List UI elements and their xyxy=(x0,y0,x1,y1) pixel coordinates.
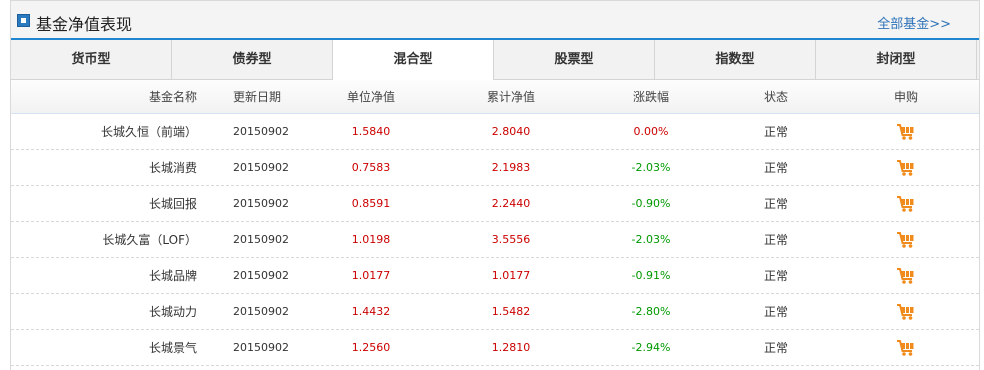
table-row: 长城回报 20150902 0.8591 2.2440 -0.90% 正常 xyxy=(11,186,979,222)
buy-cell xyxy=(871,150,941,186)
update-date: 20150902 xyxy=(233,341,289,354)
column-header-status: 状态 xyxy=(763,90,788,104)
fund-name[interactable]: 长城消费 xyxy=(11,150,197,186)
unit-nav: 0.7583 xyxy=(351,161,391,174)
column-header-buy: 申购 xyxy=(893,90,918,104)
unit-nav: 1.0198 xyxy=(351,233,391,246)
table-header: 基金名称 更新日期 单位净值 累计净值 涨跌幅 状态 申购 xyxy=(11,80,979,114)
update-date: 20150902 xyxy=(233,305,289,318)
tab-closed[interactable]: 封闭型 xyxy=(816,40,977,80)
change-pct: -0.90% xyxy=(631,197,671,210)
unit-nav: 1.5840 xyxy=(351,125,391,138)
unit-nav: 1.0177 xyxy=(351,269,391,282)
column-header-change: 涨跌幅 xyxy=(632,90,669,104)
table-row: 长城景气 20150902 1.2560 1.2810 -2.94% 正常 xyxy=(11,330,979,366)
table-row: 长城动力 20150902 1.4432 1.5482 -2.80% 正常 xyxy=(11,294,979,330)
buy-cell xyxy=(871,186,941,222)
column-header-date: 更新日期 xyxy=(233,90,282,104)
fund-type-tabs: 货币型 债券型 混合型 股票型 指数型 封闭型 xyxy=(11,40,979,81)
fund-nav-panel: 基金净值表现 全部基金>> 货币型 债券型 混合型 股票型 指数型 封闭型 基金… xyxy=(10,0,980,370)
acc-nav: 3.5556 xyxy=(491,233,531,246)
fund-name[interactable]: 长城久富（LOF） xyxy=(11,222,197,258)
shopping-cart-icon[interactable] xyxy=(896,267,916,285)
buy-cell xyxy=(871,114,941,150)
change-pct: -2.03% xyxy=(631,233,671,246)
update-date: 20150902 xyxy=(233,269,289,282)
status: 正常 xyxy=(763,197,788,211)
buy-cell xyxy=(871,294,941,330)
tab-hybrid[interactable]: 混合型 xyxy=(333,40,494,81)
fund-name[interactable]: 长城动力 xyxy=(11,294,197,330)
fund-name[interactable]: 长城久恒（前端） xyxy=(11,114,197,150)
update-date: 20150902 xyxy=(233,197,289,210)
acc-nav: 2.1983 xyxy=(491,161,531,174)
status: 正常 xyxy=(763,269,788,283)
change-pct: -2.94% xyxy=(631,341,671,354)
tab-money[interactable]: 货币型 xyxy=(11,40,172,80)
fund-name[interactable]: 长城景气 xyxy=(11,330,197,366)
shopping-cart-icon[interactable] xyxy=(896,303,916,321)
table-row: 长城久恒（前端） 20150902 1.5840 2.8040 0.00% 正常 xyxy=(11,114,979,150)
panel-title: 基金净值表现 xyxy=(36,15,133,34)
buy-cell xyxy=(871,222,941,258)
acc-nav: 2.8040 xyxy=(491,125,531,138)
unit-nav: 1.4432 xyxy=(351,305,391,318)
shopping-cart-icon[interactable] xyxy=(896,195,916,213)
shopping-cart-icon[interactable] xyxy=(896,231,916,249)
buy-cell xyxy=(871,258,941,294)
shopping-cart-icon[interactable] xyxy=(896,159,916,177)
acc-nav: 2.2440 xyxy=(491,197,531,210)
status: 正常 xyxy=(763,125,788,139)
column-header-acc-nav: 累计净值 xyxy=(486,90,535,104)
shopping-cart-icon[interactable] xyxy=(896,339,916,357)
column-header-name: 基金名称 xyxy=(148,90,197,104)
unit-nav: 1.2560 xyxy=(351,341,391,354)
status: 正常 xyxy=(763,161,788,175)
table-row: 长城品牌 20150902 1.0177 1.0177 -0.91% 正常 xyxy=(11,258,979,294)
update-date: 20150902 xyxy=(233,161,289,174)
change-pct: -2.03% xyxy=(631,161,671,174)
fund-name[interactable]: 长城回报 xyxy=(11,186,197,222)
buy-cell xyxy=(871,330,941,366)
fund-table-body: 长城久恒（前端） 20150902 1.5840 2.8040 0.00% 正常… xyxy=(11,114,979,366)
acc-nav: 1.0177 xyxy=(491,269,531,282)
shopping-cart-icon[interactable] xyxy=(896,123,916,141)
fund-name[interactable]: 长城品牌 xyxy=(11,258,197,294)
column-header-unit-nav: 单位净值 xyxy=(346,90,395,104)
acc-nav: 1.5482 xyxy=(491,305,531,318)
unit-nav: 0.8591 xyxy=(351,197,391,210)
panel-header: 基金净值表现 全部基金>> xyxy=(11,0,979,40)
square-bullet-icon xyxy=(17,14,30,27)
acc-nav: 1.2810 xyxy=(491,341,531,354)
tab-bond[interactable]: 债券型 xyxy=(172,40,333,80)
update-date: 20150902 xyxy=(233,233,289,246)
change-pct: 0.00% xyxy=(633,125,669,138)
all-funds-link[interactable]: 全部基金>> xyxy=(877,13,951,32)
tab-index[interactable]: 指数型 xyxy=(655,40,816,80)
tab-stock[interactable]: 股票型 xyxy=(494,40,655,80)
table-row: 长城消费 20150902 0.7583 2.1983 -2.03% 正常 xyxy=(11,150,979,186)
change-pct: -0.91% xyxy=(631,269,671,282)
change-pct: -2.80% xyxy=(631,305,671,318)
status: 正常 xyxy=(763,233,788,247)
update-date: 20150902 xyxy=(233,125,289,138)
status: 正常 xyxy=(763,305,788,319)
table-row: 长城久富（LOF） 20150902 1.0198 3.5556 -2.03% … xyxy=(11,222,979,258)
status: 正常 xyxy=(763,341,788,355)
